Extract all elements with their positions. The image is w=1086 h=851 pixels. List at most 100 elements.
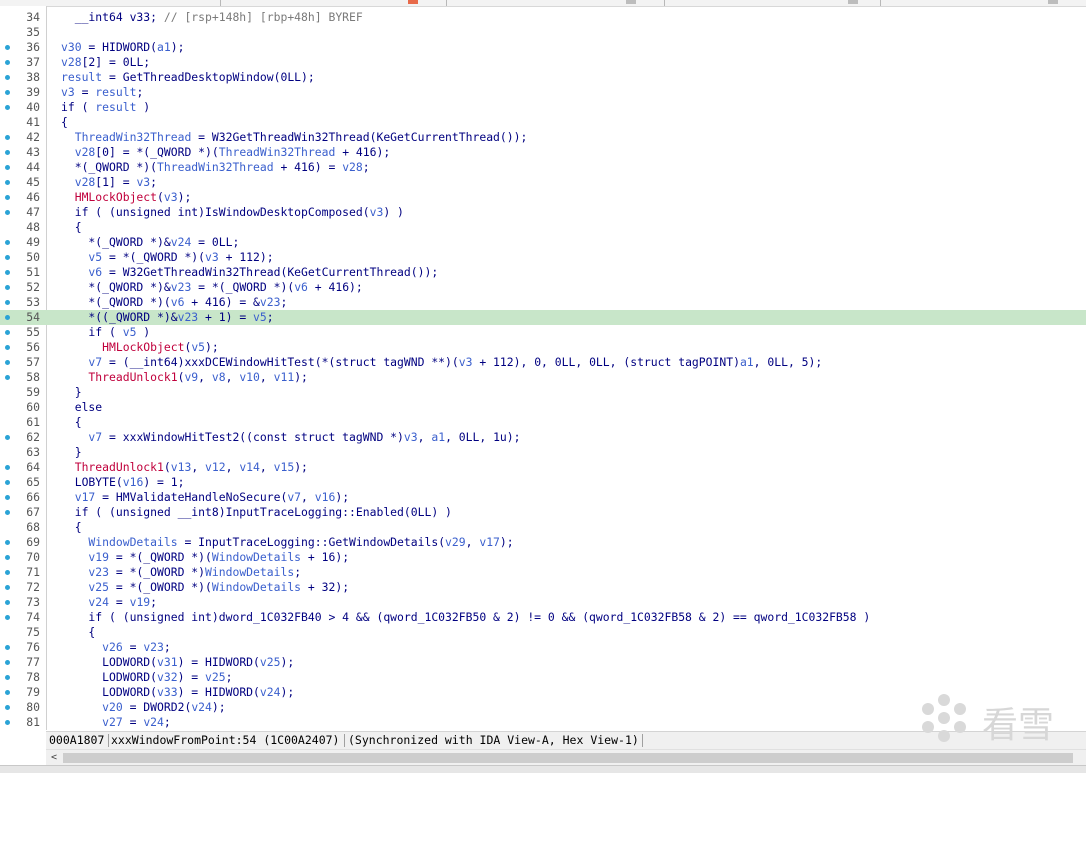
line-number: 76 [26,640,40,654]
code-token: , [225,370,240,384]
tab-close-icon[interactable] [1048,0,1058,4]
code-text: { [61,625,95,640]
code-line[interactable]: 78 LODWORD(v32) = v25; [0,670,1086,685]
horizontal-scrollbar[interactable]: < [46,749,1086,766]
code-line[interactable]: 51 v6 = W32GetThreadWin32Thread(KeGetCur… [0,265,1086,280]
code-text: WindowDetails = InputTraceLogging::GetWi… [61,535,513,550]
code-token: ; [150,175,158,189]
code-text: *(_QWORD *)(v6 + 416) = &v23; [61,295,287,310]
code-token: ; [136,85,144,99]
line-number: 61 [26,415,40,429]
code-line[interactable]: 63 } [0,445,1086,460]
code-token: if ( (unsigned __int8)InputTraceLogging:… [61,505,452,519]
code-text: if ( v5 ) [61,325,150,340]
code-text: if ( (unsigned int)IsWindowDesktopCompos… [61,205,404,220]
code-token: *(_QWORD *)& [61,235,171,249]
code-line[interactable]: 60 else [0,400,1086,415]
code-token: , [198,370,212,384]
code-line[interactable]: 77 LODWORD(v31) = HIDWORD(v25); [0,655,1086,670]
code-token: v3 [205,250,219,264]
code-text: { [61,415,82,430]
code-line[interactable]: 35 [0,25,1086,40]
code-line[interactable]: 46 HMLockObject(v3); [0,190,1086,205]
code-token: v20 [61,700,123,714]
code-text: v6 = W32GetThreadWin32Thread(KeGetCurren… [61,265,438,280]
code-line[interactable]: 47 if ( (unsigned int)IsWindowDesktopCom… [0,205,1086,220]
code-line[interactable]: 71 v23 = *(_OWORD *)WindowDetails; [0,565,1086,580]
code-line[interactable]: 45 v28[1] = v3; [0,175,1086,190]
code-token: + 16); [301,550,350,564]
code-line[interactable]: 38 result = GetThreadDesktopWindow(0LL); [0,70,1086,85]
line-number: 36 [26,40,40,54]
code-line[interactable]: 53 *(_QWORD *)(v6 + 416) = &v23; [0,295,1086,310]
code-token: { [61,625,96,639]
code-line[interactable]: 59 } [0,385,1086,400]
code-line[interactable]: 75 { [0,625,1086,640]
code-token: *(_QWORD *)( [61,295,171,309]
code-text: { [61,115,68,130]
code-line[interactable]: 57 v7 = (__int64)xxxDCEWindowHitTest(*(s… [0,355,1086,370]
code-line[interactable]: 64 ThreadUnlock1(v13, v12, v14, v15); [0,460,1086,475]
code-text: result = GetThreadDesktopWindow(0LL); [61,70,315,85]
code-line[interactable]: 65 LOBYTE(v16) = 1; [0,475,1086,490]
code-line[interactable]: 42 ThreadWin32Thread = W32GetThreadWin32… [0,130,1086,145]
tab-close-icon[interactable] [848,0,858,4]
code-token: ThreadWin32Thread [61,130,192,144]
code-token: a1 [431,430,446,444]
code-line[interactable]: 74 if ( (unsigned int)dword_1C032FB40 > … [0,610,1086,625]
code-line[interactable]: 50 v5 = *(_QWORD *)(v3 + 112); [0,250,1086,265]
code-line[interactable]: 61 { [0,415,1086,430]
code-line[interactable]: 49 *(_QWORD *)&v24 = 0LL; [0,235,1086,250]
code-line[interactable]: 62 v7 = xxxWindowHitTest2((const struct … [0,430,1086,445]
code-token: v23 [143,640,164,654]
code-token: + 416) = & [184,295,260,309]
code-line[interactable]: 69 WindowDetails = InputTraceLogging::Ge… [0,535,1086,550]
code-text: LOBYTE(v16) = 1; [61,475,185,490]
scroll-left-icon[interactable]: < [48,751,60,765]
code-line[interactable]: 76 v26 = v23; [0,640,1086,655]
code-line[interactable]: 41 { [0,115,1086,130]
code-line[interactable]: 56 HMLockObject(v5); [0,340,1086,355]
code-token: v23 [61,565,110,579]
code-line[interactable]: 37 v28[2] = 0LL; [0,55,1086,70]
code-line[interactable]: 73 v24 = v19; [0,595,1086,610]
code-token: v7 [61,355,103,369]
code-line[interactable]: 39 v3 = result; [0,85,1086,100]
code-token: + 32); [301,580,350,594]
code-line[interactable]: 43 v28[0] = *(_QWORD *)(ThreadWin32Threa… [0,145,1086,160]
scrollbar-thumb[interactable] [63,753,1073,763]
code-line[interactable]: 68 { [0,520,1086,535]
code-line[interactable]: 52 *(_QWORD *)&v23 = *(_QWORD *)(v6 + 41… [0,280,1086,295]
code-token: ; [225,670,233,684]
code-line[interactable]: 72 v25 = *(_OWORD *)(WindowDetails + 32)… [0,580,1086,595]
tab-close-icon[interactable] [408,0,418,4]
code-line[interactable]: 66 v17 = HMValidateHandleNoSecure(v7, v1… [0,490,1086,505]
code-line[interactable]: 34 __int64 v33; // [rsp+148h] [rbp+48h] … [0,10,1086,25]
line-number: 39 [26,85,40,99]
code-line[interactable]: 36 v30 = HIDWORD(a1); [0,40,1086,55]
code-token: = 0LL; [191,235,240,249]
code-line[interactable]: 58 ThreadUnlock1(v9, v8, v10, v11); [0,370,1086,385]
tab-close-icon[interactable] [626,0,636,4]
code-text: HMLockObject(v3); [61,190,192,205]
code-text: if ( result ) [61,100,150,115]
line-number: 72 [26,580,40,594]
line-number: 78 [26,670,40,684]
code-token: v5 [253,310,267,324]
code-line[interactable]: 44 *(_QWORD *)(ThreadWin32Thread + 416) … [0,160,1086,175]
code-token: = HIDWORD( [81,40,158,54]
code-line[interactable]: 55 if ( v5 ) [0,325,1086,340]
pseudocode-view[interactable]: 34 __int64 v33; // [rsp+148h] [rbp+48h] … [0,6,1086,730]
code-line-current[interactable]: 54 *((_QWORD *)&v23 + 1) = v5; [0,310,1086,325]
line-number: 75 [26,625,40,639]
line-number: 74 [26,610,40,624]
code-token: + 416); [335,145,391,159]
code-line[interactable]: 67 if ( (unsigned __int8)InputTraceLoggi… [0,505,1086,520]
code-line[interactable]: 40 if ( result ) [0,100,1086,115]
code-token: v3 [403,430,418,444]
line-number: 77 [26,655,40,669]
code-line[interactable]: 48 { [0,220,1086,235]
code-token: v15 [273,460,295,474]
code-line[interactable]: 70 v19 = *(_QWORD *)(WindowDetails + 16)… [0,550,1086,565]
code-token: , 0LL, 5); [753,355,823,369]
